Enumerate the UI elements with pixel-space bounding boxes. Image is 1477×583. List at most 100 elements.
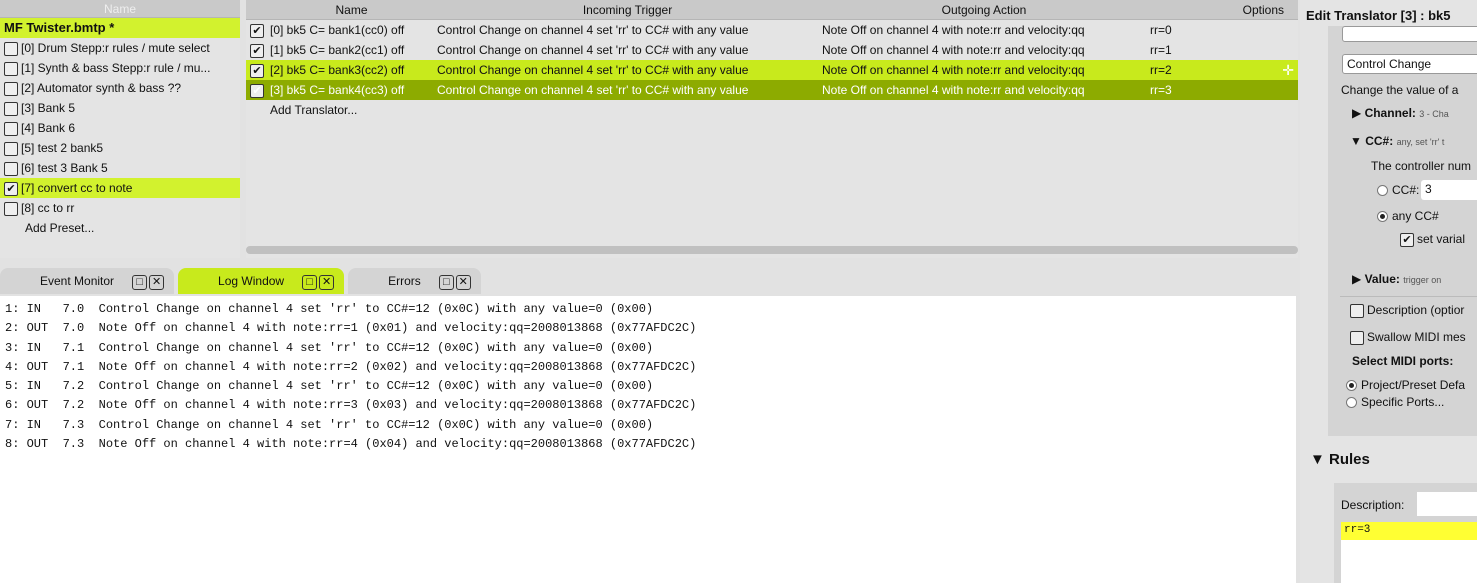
trigger-type-select[interactable]: Control Change bbox=[1342, 54, 1477, 74]
log-line: 1: IN 7.0 Control Change on channel 4 se… bbox=[5, 302, 654, 316]
outgoing-action: Note Off on channel 4 with note:rr and v… bbox=[822, 23, 1085, 37]
preset-checkbox[interactable] bbox=[4, 201, 18, 216]
expand-right-icon: ▶ bbox=[1352, 272, 1365, 286]
options: rr=2 bbox=[1150, 63, 1172, 77]
cc-section[interactable]: ▼ CC#: any, set 'rr' t bbox=[1350, 134, 1444, 148]
any-cc-radio[interactable]: any CC# bbox=[1377, 209, 1439, 223]
close-icon[interactable]: ✕ bbox=[149, 275, 165, 290]
col-outgoing[interactable]: Outgoing Action bbox=[818, 0, 1146, 19]
preset-item[interactable]: [0] Drum Stepp:r rules / mute select bbox=[0, 38, 240, 58]
translator-name: [0] bk5 C= bank1(cc0) off bbox=[270, 23, 405, 37]
maximize-icon[interactable]: □ bbox=[132, 275, 148, 290]
port-default-radio[interactable]: Project/Preset Defa bbox=[1346, 378, 1465, 392]
collapse-down-icon: ▼ bbox=[1350, 134, 1366, 148]
preset-checkbox[interactable] bbox=[4, 141, 18, 156]
set-variable-checkbox[interactable]: ✔ set varial bbox=[1400, 232, 1465, 247]
horizontal-scrollbar[interactable] bbox=[246, 246, 1298, 254]
preset-item[interactable]: [5] test 2 bank5 bbox=[0, 138, 240, 158]
rules-section[interactable]: ▼ Rules bbox=[1310, 451, 1370, 468]
log-line: 2: OUT 7.0 Note Off on channel 4 with no… bbox=[5, 321, 697, 336]
editor-title: Edit Translator [3] : bk5 bbox=[1306, 8, 1451, 23]
col-check bbox=[246, 0, 266, 19]
log-line: 8: OUT 7.3 Note Off on channel 4 with no… bbox=[5, 437, 697, 452]
col-name[interactable]: Name bbox=[266, 0, 433, 19]
close-icon[interactable]: ✕ bbox=[455, 275, 471, 290]
preset-item[interactable]: ✔ [7] convert cc to note bbox=[0, 178, 240, 198]
trigger-description: Change the value of a bbox=[1341, 83, 1459, 97]
description-checkbox[interactable]: Description (optior bbox=[1350, 303, 1464, 318]
outgoing-action: Note Off on channel 4 with note:rr and v… bbox=[822, 43, 1085, 57]
channel-section[interactable]: ▶ Channel: 3 - Cha bbox=[1352, 106, 1449, 120]
outgoing-action: Note Off on channel 4 with note:rr and v… bbox=[822, 63, 1085, 77]
cc-number-input[interactable]: 3 bbox=[1421, 180, 1477, 200]
tab-label: Errors bbox=[388, 274, 421, 288]
preset-item[interactable]: [1] Synth & bass Stepp:r rule / mu... bbox=[0, 58, 240, 78]
project-name[interactable]: MF Twister.bmtp * bbox=[0, 18, 240, 38]
translator-name: [2] bk5 C= bank3(cc2) off bbox=[270, 63, 405, 77]
port-specific-radio[interactable]: Specific Ports... bbox=[1346, 395, 1444, 409]
preset-label: [4] Bank 6 bbox=[21, 121, 76, 135]
translator-checkbox[interactable]: ✔ bbox=[250, 43, 264, 58]
translator-checkbox[interactable]: ✔ bbox=[250, 63, 264, 78]
value-section[interactable]: ▶ Value: trigger on bbox=[1352, 272, 1441, 286]
preset-label: [3] Bank 5 bbox=[21, 101, 76, 115]
tab-errors[interactable]: Errors □ ✕ bbox=[348, 268, 481, 294]
log-line: 6: OUT 7.2 Note Off on channel 4 with no… bbox=[5, 398, 697, 413]
preset-label: [2] Automator synth & bass ?? bbox=[21, 81, 182, 95]
add-preset-button[interactable]: Add Preset... bbox=[0, 218, 240, 238]
translator-checkbox[interactable]: ✔ bbox=[250, 23, 264, 38]
add-translator-button[interactable]: Add Translator... bbox=[266, 100, 433, 120]
col-options[interactable]: Options bbox=[1146, 0, 1298, 19]
preset-label: [6] test 3 Bank 5 bbox=[21, 161, 108, 175]
preset-checkbox[interactable] bbox=[4, 81, 18, 96]
translator-row[interactable]: ✔ [3] bk5 C= bank4(cc3) off Control Chan… bbox=[246, 80, 1298, 100]
options: rr=1 bbox=[1150, 43, 1172, 57]
translator-row[interactable]: ✔ [0] bk5 C= bank1(cc0) off Control Chan… bbox=[246, 20, 1298, 40]
preset-checkbox[interactable] bbox=[4, 61, 18, 76]
options: rr=3 bbox=[1150, 83, 1172, 97]
preset-item[interactable]: [2] Automator synth & bass ?? bbox=[0, 78, 240, 98]
preset-checkbox[interactable]: ✔ bbox=[4, 181, 18, 196]
preset-item[interactable]: [6] test 3 Bank 5 bbox=[0, 158, 240, 178]
translator-table: Name Incoming Trigger Outgoing Action Op… bbox=[246, 0, 1298, 258]
preset-item[interactable]: [8] cc to rr bbox=[0, 198, 240, 218]
preset-header: Name bbox=[0, 0, 240, 18]
tab-event-monitor[interactable]: Event Monitor □ ✕ bbox=[0, 268, 175, 294]
preset-checkbox[interactable] bbox=[4, 121, 18, 136]
incoming-trigger: Control Change on channel 4 set 'rr' to … bbox=[437, 83, 749, 97]
translator-row[interactable]: ✔ [2] bk5 C= bank3(cc2) off Control Chan… bbox=[246, 60, 1298, 80]
expand-right-icon: ▶ bbox=[1352, 106, 1365, 120]
preset-list: Name MF Twister.bmtp * [0] Drum Stepp:r … bbox=[0, 0, 240, 258]
ports-label: Select MIDI ports: bbox=[1352, 354, 1454, 368]
incoming-trigger: Control Change on channel 4 set 'rr' to … bbox=[437, 63, 749, 77]
log-line: 7: IN 7.3 Control Change on channel 4 se… bbox=[5, 417, 654, 432]
translator-editor: Edit Translator [3] : bk5 Control Change… bbox=[1300, 0, 1477, 583]
bottom-tabs: Event Monitor □ ✕ Log Window □ ✕ Errors □ ✕ bbox=[0, 268, 485, 294]
preset-label: [0] Drum Stepp:r rules / mute select bbox=[21, 41, 210, 55]
incoming-trigger: Control Change on channel 4 set 'rr' to … bbox=[437, 23, 749, 37]
log-line: 3: IN 7.1 Control Change on channel 4 se… bbox=[5, 340, 654, 355]
preset-item[interactable]: [4] Bank 6 bbox=[0, 118, 240, 138]
collapse-down-icon: ▼ bbox=[1310, 451, 1330, 468]
preset-label: [1] Synth & bass Stepp:r rule / mu... bbox=[21, 61, 211, 75]
rules-description-input[interactable] bbox=[1417, 492, 1477, 516]
cc-help: The controller num bbox=[1371, 159, 1472, 173]
swallow-checkbox[interactable]: Swallow MIDI mes bbox=[1350, 330, 1466, 345]
rules-editor[interactable]: rr=3 bbox=[1341, 522, 1477, 583]
maximize-icon[interactable]: □ bbox=[302, 275, 318, 290]
maximize-icon[interactable]: □ bbox=[438, 275, 454, 290]
preset-checkbox[interactable] bbox=[4, 161, 18, 176]
log-window: 1: IN 7.0 Control Change on channel 4 se… bbox=[0, 296, 1296, 583]
tab-label: Event Monitor bbox=[40, 274, 115, 288]
cc-number-radio[interactable]: CC#: bbox=[1377, 183, 1419, 197]
preset-checkbox[interactable] bbox=[4, 41, 18, 56]
preset-checkbox[interactable] bbox=[4, 101, 18, 116]
preset-item[interactable]: [3] Bank 5 bbox=[0, 98, 240, 118]
translator-checkbox[interactable]: ✔ bbox=[250, 83, 264, 98]
translator-row[interactable]: ✔ [1] bk5 C= bank2(cc1) off Control Chan… bbox=[246, 40, 1298, 60]
tab-log-window[interactable]: Log Window □ ✕ bbox=[178, 268, 345, 294]
preset-label: [8] cc to rr bbox=[21, 201, 75, 215]
log-line: 4: OUT 7.1 Note Off on channel 4 with no… bbox=[5, 359, 697, 374]
close-icon[interactable]: ✕ bbox=[319, 275, 335, 290]
col-incoming[interactable]: Incoming Trigger bbox=[433, 0, 818, 19]
